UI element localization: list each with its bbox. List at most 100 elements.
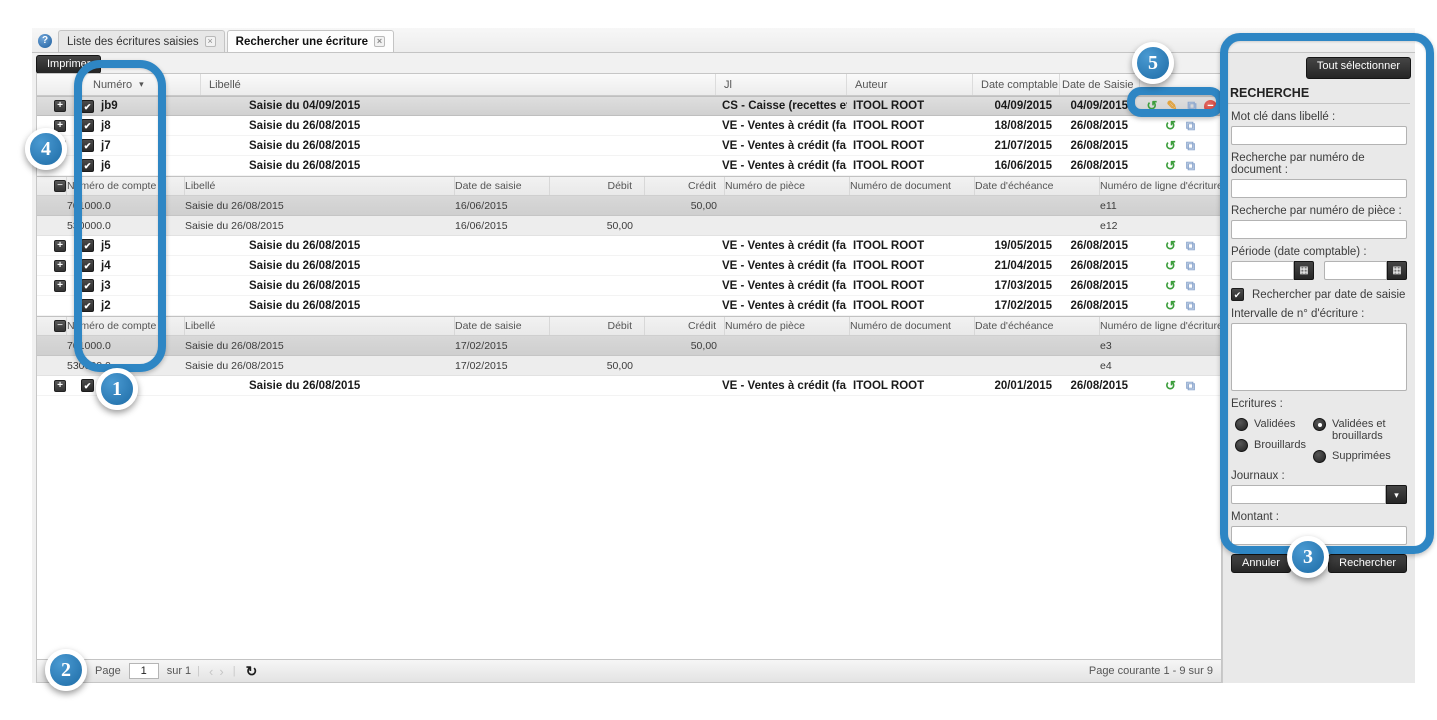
grid-row-j2[interactable]: ✔j2Saisie du 26/08/2015VE - Ventes à cré… [37, 296, 1221, 316]
radio-validees-et-brouillards[interactable]: Validées et brouillards [1313, 418, 1407, 442]
copy-icon[interactable]: ⧉ [1183, 118, 1199, 134]
validate-icon[interactable]: ↺ [1163, 138, 1179, 154]
header-journal[interactable]: Jl [716, 74, 847, 95]
row-checkbox[interactable]: ✔ [81, 259, 94, 272]
help-icon[interactable]: ? [38, 34, 52, 48]
copy-icon[interactable]: ⧉ [1183, 158, 1199, 174]
copy-icon[interactable]: ⧉ [1183, 258, 1199, 274]
validate-icon[interactable]: ↺ [1163, 278, 1179, 294]
copy-icon[interactable]: ⧉ [1183, 378, 1199, 394]
select-all-button[interactable]: Tout sélectionner [1306, 57, 1411, 79]
grid-row-j3[interactable]: +✔j3Saisie du 26/08/2015VE - Ventes à cr… [37, 276, 1221, 296]
validate-icon[interactable]: ↺ [1163, 158, 1179, 174]
grid-row-j7[interactable]: +✔j7Saisie du 26/08/2015VE - Ventes à cr… [37, 136, 1221, 156]
expand-icon[interactable]: + [54, 120, 66, 132]
subheader-date-saisie: Date de saisie [455, 317, 550, 335]
search-button[interactable]: Rechercher [1328, 554, 1407, 573]
row-checkbox[interactable]: ✔ [81, 279, 94, 292]
expand-icon[interactable]: + [54, 380, 66, 392]
tab-close-icon[interactable]: × [374, 36, 385, 47]
subgrid-row-e11[interactable]: 701000.0Saisie du 26/08/201516/06/201550… [37, 196, 1221, 216]
interval-textarea[interactable] [1231, 323, 1407, 391]
sort-desc-icon: ▾ [139, 79, 144, 90]
validate-icon[interactable]: ↺ [1163, 118, 1179, 134]
subcell-account: 530000.0 [67, 220, 185, 232]
copy-icon[interactable]: ⧉ [1183, 138, 1199, 154]
journaux-select[interactable]: ▾ [1231, 485, 1407, 504]
libelle-cell: Saisie du 26/08/2015 [201, 120, 716, 132]
subgrid-row-e4[interactable]: 530000.0Saisie du 26/08/201517/02/201550… [37, 356, 1221, 376]
grid-row-j8[interactable]: +✔j8Saisie du 26/08/2015VE - Ventes à cr… [37, 116, 1221, 136]
cancel-button[interactable]: Annuler [1231, 554, 1291, 573]
radio-brouillards[interactable]: Brouillards [1235, 439, 1313, 452]
row-checkbox[interactable]: ✔ [81, 119, 94, 132]
validate-icon[interactable]: ↺ [1144, 98, 1160, 114]
header-libelle[interactable]: Libellé [201, 74, 716, 95]
tab-liste-ecritures-saisies[interactable]: Liste des écritures saisies × [58, 30, 225, 52]
expand-icon[interactable]: + [54, 260, 66, 272]
period-start-input[interactable] [1231, 261, 1294, 280]
expand-icon[interactable]: + [54, 140, 66, 152]
calendar-icon[interactable]: ▦ [1387, 261, 1407, 280]
subheader-credit: Crédit [645, 177, 725, 195]
validate-icon[interactable]: ↺ [1163, 378, 1179, 394]
subcell-ligne: e3 [1100, 340, 1221, 352]
row-checkbox[interactable]: ✔ [81, 159, 94, 172]
header-date-comptable[interactable]: Date comptable [973, 74, 1060, 95]
subgrid-row-e12[interactable]: 530000.0Saisie du 26/08/201516/06/201550… [37, 216, 1221, 236]
expand-icon[interactable]: + [54, 100, 66, 112]
last-page-icon[interactable]: › [219, 664, 223, 679]
document-number-input[interactable] [1231, 179, 1407, 198]
grid-row-j6[interactable]: ✔j6Saisie du 26/08/2015VE - Ventes à cré… [37, 156, 1221, 176]
grid-row-j5[interactable]: +✔j5Saisie du 26/08/2015VE - Ventes à cr… [37, 236, 1221, 256]
chevron-down-icon[interactable]: ▾ [1386, 485, 1407, 504]
piece-number-input[interactable] [1231, 220, 1407, 239]
header-date-saisie[interactable]: Date de Saisie [1060, 74, 1140, 95]
grid-row-j1[interactable]: +✔j1Saisie du 26/08/2015VE - Ventes à cr… [37, 376, 1221, 396]
row-checkbox[interactable]: ✔ [81, 379, 94, 392]
expand-icon[interactable]: + [54, 240, 66, 252]
row-checkbox[interactable]: ✔ [81, 239, 94, 252]
libelle-cell: Saisie du 26/08/2015 [201, 240, 716, 252]
copy-icon[interactable]: ⧉ [1183, 238, 1199, 254]
copy-icon[interactable]: ⧉ [1184, 98, 1200, 114]
header-auteur[interactable]: Auteur [847, 74, 973, 95]
collapse-icon[interactable]: − [54, 320, 66, 332]
expander-cell: + [37, 240, 79, 252]
grid-header: Numéro ▾ Libellé Jl Auteur Date comptabl… [37, 74, 1221, 96]
subgrid-row-e3[interactable]: 701000.0Saisie du 26/08/201517/02/201550… [37, 336, 1221, 356]
libelle-cell: Saisie du 26/08/2015 [201, 160, 716, 172]
validate-icon[interactable]: ↺ [1163, 238, 1179, 254]
next-page-icon[interactable]: ‹ [209, 664, 213, 679]
radio-supprimees[interactable]: Supprimées [1313, 450, 1407, 463]
radio-validees[interactable]: Validées [1235, 418, 1313, 431]
tab-label: Rechercher une écriture [236, 36, 368, 48]
delete-icon[interactable]: − [1204, 100, 1217, 113]
print-button[interactable]: Imprimer [36, 55, 101, 74]
numero-value: j8 [101, 120, 111, 132]
date-comptable-cell: 17/03/2015 [973, 280, 1060, 292]
montant-input[interactable] [1231, 526, 1407, 545]
grid-row-jb9[interactable]: +✔jb9Saisie du 04/09/2015CS - Caisse (re… [37, 96, 1221, 116]
row-checkbox[interactable]: ✔ [81, 100, 94, 113]
row-checkbox[interactable]: ✔ [81, 139, 94, 152]
grid-row-j4[interactable]: +✔j4Saisie du 26/08/2015VE - Ventes à cr… [37, 256, 1221, 276]
copy-icon[interactable]: ⧉ [1183, 298, 1199, 314]
edit-icon[interactable]: ✎ [1164, 98, 1180, 114]
header-numero-label: Numéro [93, 79, 132, 91]
calendar-icon[interactable]: ▦ [1294, 261, 1314, 280]
copy-icon[interactable]: ⧉ [1183, 278, 1199, 294]
expand-icon[interactable]: + [54, 280, 66, 292]
validate-icon[interactable]: ↺ [1163, 298, 1179, 314]
keyword-input[interactable] [1231, 126, 1407, 145]
validate-icon[interactable]: ↺ [1163, 258, 1179, 274]
tab-close-icon[interactable]: × [205, 36, 216, 47]
tab-rechercher-une-ecriture[interactable]: Rechercher une écriture × [227, 30, 394, 52]
page-number-input[interactable] [129, 663, 159, 679]
refresh-icon[interactable]: ↻ [246, 663, 258, 680]
header-numero[interactable]: Numéro ▾ [79, 74, 201, 95]
collapse-icon[interactable]: − [54, 180, 66, 192]
row-checkbox[interactable]: ✔ [81, 299, 94, 312]
search-by-entry-date-checkbox[interactable]: ✔ [1231, 288, 1244, 301]
period-end-input[interactable] [1324, 261, 1387, 280]
